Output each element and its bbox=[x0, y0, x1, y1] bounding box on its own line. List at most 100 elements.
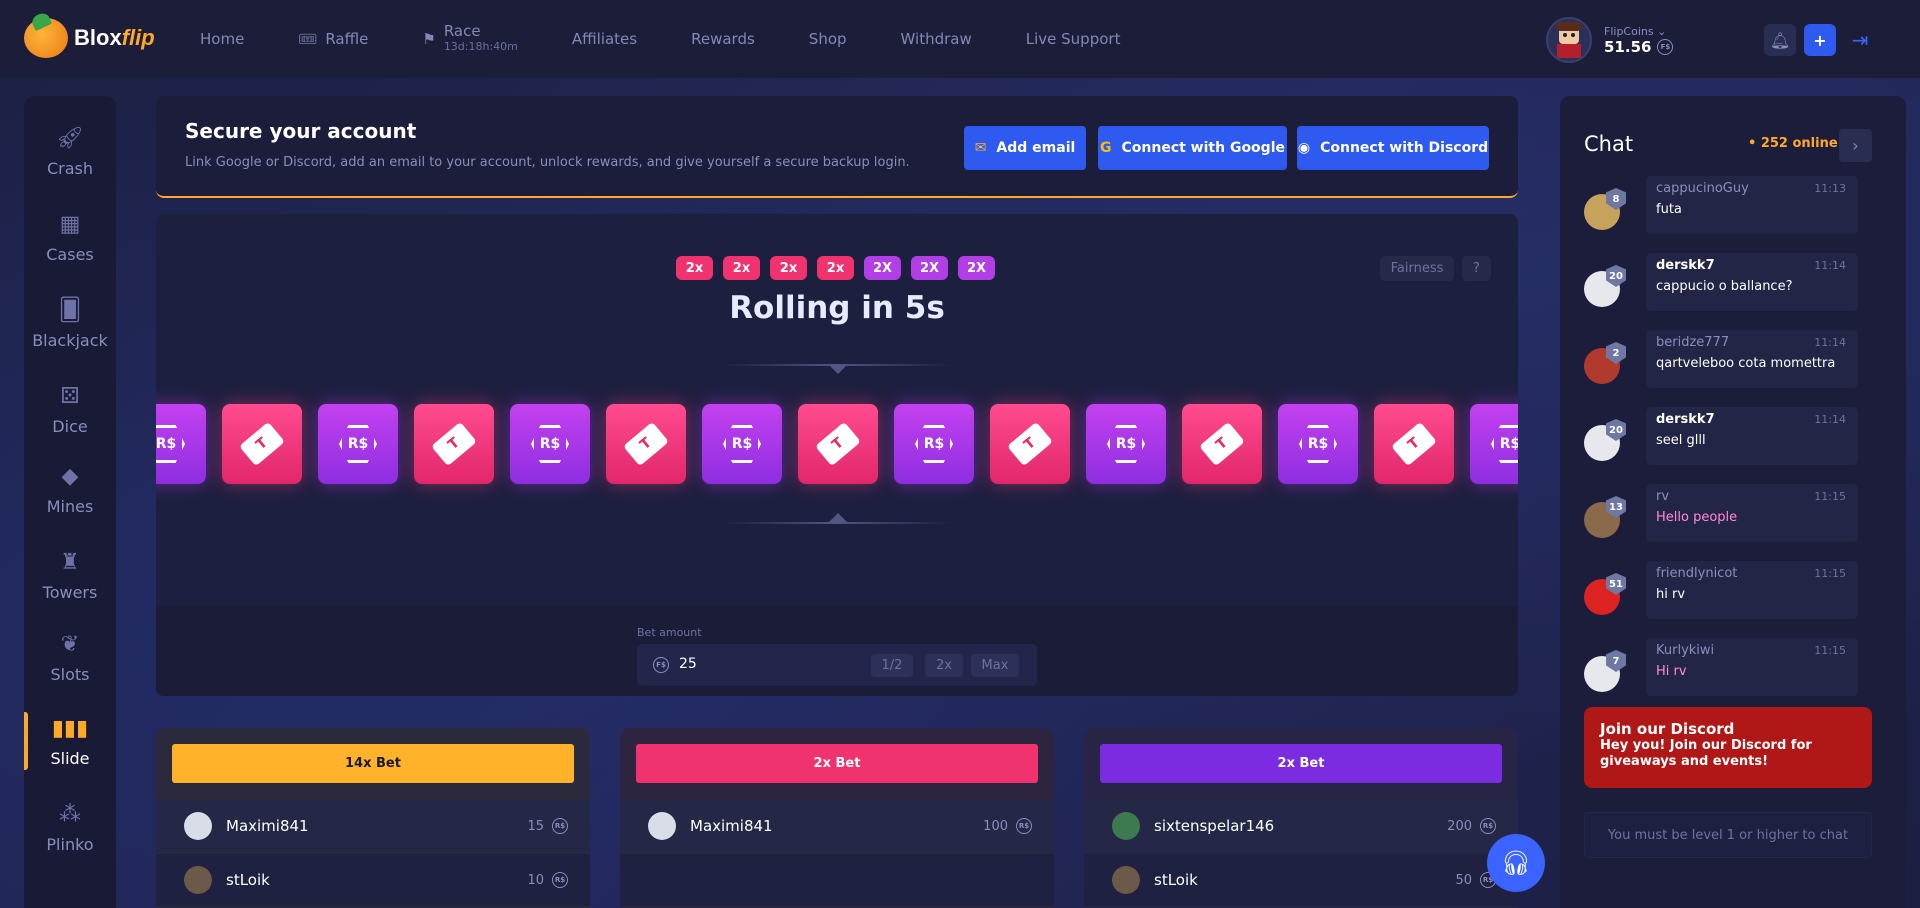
message-text: qartveleboo cota momettra bbox=[1656, 356, 1836, 371]
plus-icon: + bbox=[1813, 30, 1827, 50]
nav-raffle[interactable]: 🎟 Raffle bbox=[298, 30, 368, 48]
nav-affiliates[interactable]: Affiliates bbox=[572, 30, 637, 48]
table-row: stLoik 10 R$ bbox=[156, 854, 590, 906]
help-button[interactable]: ? bbox=[1462, 256, 1491, 281]
message-bubble: derskk7 11:14 seel glll bbox=[1646, 407, 1858, 465]
notifications-button[interactable]: 🔔︎ bbox=[1764, 24, 1796, 56]
bell-icon: 🔔︎ bbox=[1769, 30, 1791, 50]
message-username[interactable]: Kurlykiwi bbox=[1656, 643, 1714, 658]
sidebar-item-towers[interactable]: ♜ Towers bbox=[24, 550, 116, 602]
logout-button[interactable]: ⇥ bbox=[1844, 24, 1876, 56]
message-username[interactable]: cappucinoGuy bbox=[1656, 181, 1749, 196]
message-username[interactable]: friendlynicot bbox=[1656, 566, 1737, 581]
top-bar: Bloxflip Home 🎟 Raffle ⚑ Race 13d:18h:40m … bbox=[0, 0, 1920, 78]
rolling-status: Rolling in 5s bbox=[729, 290, 945, 326]
ticket-icon: T bbox=[1199, 421, 1245, 467]
robux-icon: R$ bbox=[1491, 425, 1518, 463]
discord-promo-title: Join our Discord bbox=[1600, 720, 1735, 738]
game-sidebar: 🚀︎ Crash ▦ Cases 🂠 Blackjack ⚄ Dice ◆ Mines ♜… bbox=[24, 96, 116, 908]
robux-tile: R$ bbox=[702, 404, 782, 484]
currency-label: FlipCoins ⌄ bbox=[1604, 24, 1667, 38]
bet-2x-purple-button[interactable]: 2x Bet bbox=[1100, 744, 1502, 783]
message-time: 11:14 bbox=[1814, 413, 1846, 426]
logo[interactable]: Bloxflip bbox=[24, 18, 155, 58]
nav-rewards[interactable]: Rewards bbox=[691, 30, 755, 48]
dice-icon: ⚄ bbox=[60, 384, 80, 409]
message-time: 11:15 bbox=[1814, 567, 1846, 580]
bet-amount-input[interactable]: F$ 25 1/2 2x Max bbox=[637, 644, 1037, 686]
ticket-tile: T bbox=[606, 404, 686, 484]
nav-withdraw[interactable]: Withdraw bbox=[901, 30, 972, 48]
tower-icon: ♜ bbox=[60, 550, 80, 575]
sidebar-item-cases[interactable]: ▦ Cases bbox=[24, 212, 116, 264]
message-time: 11:15 bbox=[1814, 644, 1846, 657]
ticket-icon: T bbox=[1007, 421, 1053, 467]
user-wallet[interactable]: FlipCoins ⌄ 51.56 F$ bbox=[1546, 17, 1674, 63]
player-avatar bbox=[1112, 812, 1140, 840]
connect-google-button[interactable]: G Connect with Google bbox=[1098, 126, 1287, 170]
nav-home[interactable]: Home bbox=[200, 30, 244, 48]
robux-tile: R$ bbox=[894, 404, 974, 484]
marker-line-bottom bbox=[722, 522, 952, 524]
message-bubble: derskk7 11:14 cappucio o ballance? bbox=[1646, 253, 1858, 311]
message-username[interactable]: derskk7 bbox=[1656, 412, 1715, 427]
email-icon: ✉ bbox=[974, 140, 987, 156]
connect-discord-button[interactable]: ◉ Connect with Discord bbox=[1297, 126, 1489, 170]
slide-reel: R$ T R$ T R$ T R$ T R$ T R$ T R$ T R$ bbox=[156, 404, 1518, 484]
bet-amount: 15 bbox=[527, 818, 544, 834]
table-row: sixtenspelar146 200 R$ bbox=[1084, 800, 1518, 852]
chat-title: Chat bbox=[1584, 132, 1634, 156]
ticket-tile: T bbox=[798, 404, 878, 484]
chevron-down-icon: ⌄ bbox=[1657, 24, 1667, 38]
slide-icon: ▮▮▮ bbox=[51, 716, 89, 741]
deposit-button[interactable]: + bbox=[1804, 24, 1836, 56]
sidebar-item-blackjack[interactable]: 🂠 Blackjack bbox=[24, 298, 116, 350]
discord-promo[interactable]: Join our Discord Hey you! Join our Disco… bbox=[1584, 707, 1872, 788]
banner-description: Link Google or Discord, add an email to … bbox=[185, 155, 910, 170]
google-icon: G bbox=[1100, 140, 1112, 156]
sidebar-item-crash[interactable]: 🚀︎ Crash bbox=[24, 126, 116, 178]
player-avatar bbox=[1112, 866, 1140, 894]
bet-amount-label: Bet amount bbox=[637, 626, 702, 639]
nav-live-support[interactable]: Live Support bbox=[1026, 30, 1121, 48]
add-email-button[interactable]: ✉ Add email bbox=[964, 126, 1086, 170]
avatar[interactable] bbox=[1546, 17, 1592, 63]
message-username[interactable]: beridze777 bbox=[1656, 335, 1729, 350]
sidebar-item-dice[interactable]: ⚄ Dice bbox=[24, 384, 116, 436]
message-username[interactable]: derskk7 bbox=[1656, 258, 1715, 273]
support-button[interactable]: 🎧︎ bbox=[1487, 834, 1545, 892]
sidebar-item-slots[interactable]: ❦ Slots bbox=[24, 632, 116, 684]
chat-input[interactable]: You must be level 1 or higher to chat bbox=[1584, 812, 1872, 858]
player-name: Maximi841 bbox=[690, 817, 773, 835]
bet-14x-button[interactable]: 14x Bet bbox=[172, 744, 574, 783]
half-bet-button[interactable]: 1/2 bbox=[871, 654, 913, 677]
robux-icon: R$ bbox=[723, 425, 761, 463]
robux-icon: R$ bbox=[1480, 818, 1496, 834]
message-username[interactable]: rv bbox=[1656, 489, 1669, 504]
chat-collapse-button[interactable]: › bbox=[1839, 129, 1872, 162]
sidebar-item-slide[interactable]: ▮▮▮ Slide bbox=[24, 716, 116, 768]
message-bubble: beridze777 11:14 qartveleboo cota momettra bbox=[1646, 330, 1858, 388]
robux-icon: R$ bbox=[1299, 425, 1337, 463]
robux-icon: R$ bbox=[552, 818, 568, 834]
headset-icon: 🎧︎ bbox=[1500, 849, 1532, 877]
bet-2x-pink-button[interactable]: 2x Bet bbox=[636, 744, 1038, 783]
chat-message: 8 cappucinoGuy 11:13 futa bbox=[1584, 176, 1872, 236]
nav-shop[interactable]: Shop bbox=[809, 30, 847, 48]
double-bet-button[interactable]: 2x bbox=[925, 654, 963, 677]
ticket-tile: T bbox=[990, 404, 1070, 484]
history-chip: 2X bbox=[864, 256, 901, 280]
nav-race[interactable]: ⚑ Race 13d:18h:40m bbox=[422, 23, 518, 55]
bet-amount: 100 bbox=[983, 818, 1008, 834]
robux-icon: R$ bbox=[1107, 425, 1145, 463]
chat-message: 2 beridze777 11:14 qartveleboo cota momettr… bbox=[1584, 330, 1872, 390]
max-bet-button[interactable]: Max bbox=[971, 654, 1019, 677]
sidebar-item-plinko[interactable]: ⁂ Plinko bbox=[24, 802, 116, 854]
flipcoin-icon: F$ bbox=[1657, 38, 1674, 55]
bet-column-2x-pink: 2x Bet Maximi841 100 R$ bbox=[620, 728, 1054, 908]
ticket-tile: T bbox=[414, 404, 494, 484]
message-time: 11:14 bbox=[1814, 259, 1846, 272]
fairness-button[interactable]: Fairness bbox=[1380, 256, 1454, 281]
sidebar-item-mines[interactable]: ◆ Mines bbox=[24, 464, 116, 516]
ticket-icon: T bbox=[815, 421, 861, 467]
